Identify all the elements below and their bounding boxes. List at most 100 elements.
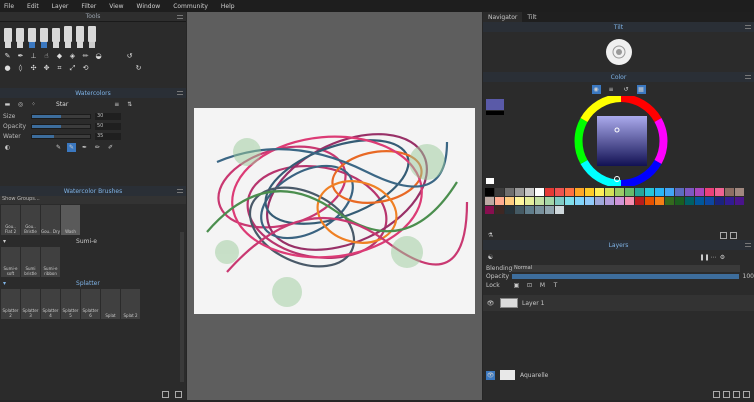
- new-layer-icon[interactable]: [713, 391, 720, 398]
- brush-mode-1-icon[interactable]: ✎: [54, 143, 63, 152]
- scrollbar[interactable]: [180, 232, 184, 382]
- crop-icon[interactable]: ⌗: [55, 64, 64, 73]
- palette-swatch[interactable]: [595, 197, 604, 205]
- picker-icon[interactable]: ✏: [81, 52, 90, 61]
- palette-swatch[interactable]: [545, 188, 554, 196]
- slider-water[interactable]: Water 35: [0, 131, 186, 141]
- sumi-group-header[interactable]: ▾ Sumi-e: [0, 237, 186, 246]
- palette-swatch[interactable]: [515, 188, 524, 196]
- warp-icon[interactable]: ⤢: [68, 64, 77, 73]
- layer-opacity-slider[interactable]: [511, 274, 739, 279]
- palette-swatch[interactable]: [495, 206, 504, 214]
- blending-select[interactable]: Normal: [512, 264, 740, 272]
- palette-swatch[interactable]: [535, 188, 544, 196]
- palette-swatch[interactable]: [705, 188, 714, 196]
- water-value[interactable]: 35: [95, 132, 121, 140]
- layer-row[interactable]: 👁 Layer 1: [483, 295, 754, 311]
- menu-community[interactable]: Community: [173, 3, 208, 10]
- paper-name[interactable]: Aquarelle: [520, 372, 548, 379]
- layer-opacity-value[interactable]: 100: [743, 273, 754, 280]
- palette-swatch[interactable]: [515, 206, 524, 214]
- palette-swatch[interactable]: [585, 197, 594, 205]
- eye-icon[interactable]: 👁: [486, 299, 495, 308]
- palette-swatch[interactable]: [605, 188, 614, 196]
- new-group-icon[interactable]: [723, 391, 730, 398]
- palette-swatch[interactable]: [555, 206, 564, 214]
- palette-swatch[interactable]: [675, 188, 684, 196]
- transform-icon[interactable]: ✥: [42, 64, 51, 73]
- palette-swatch[interactable]: [625, 197, 634, 205]
- palette-swatch[interactable]: [575, 188, 584, 196]
- palette-swatch[interactable]: [735, 197, 744, 205]
- sliders-icon[interactable]: ≡: [112, 100, 121, 109]
- mode-icon[interactable]: ◐: [3, 143, 12, 152]
- add-swatch-icon[interactable]: [720, 231, 727, 239]
- brush-tile[interactable]: Wash: [61, 205, 80, 235]
- water-slider-track[interactable]: [31, 133, 91, 139]
- menu-filter[interactable]: Filter: [81, 3, 96, 10]
- menu-edit[interactable]: Edit: [27, 3, 39, 10]
- duplicate-icon[interactable]: [162, 391, 169, 398]
- palette-swatch[interactable]: [635, 197, 644, 205]
- palette-swatch[interactable]: [695, 188, 704, 196]
- show-groups[interactable]: Show Groups...: [0, 196, 186, 204]
- more-icon[interactable]: ⋯: [709, 253, 718, 262]
- text-icon[interactable]: ⟲: [81, 64, 90, 73]
- palette-swatch[interactable]: [535, 197, 544, 205]
- stamp-icon[interactable]: ⊥: [29, 52, 38, 61]
- palette-swatch[interactable]: [655, 197, 664, 205]
- splatter-group-header[interactable]: ▾ Splatter: [0, 279, 186, 288]
- grip-icon[interactable]: [177, 15, 183, 19]
- palette-swatch[interactable]: [715, 188, 724, 196]
- brush-tile[interactable]: Splat 2: [121, 289, 140, 319]
- grip-icon[interactable]: [745, 75, 751, 79]
- current-color-swatch[interactable]: [486, 99, 504, 110]
- drop-icon[interactable]: ●: [3, 64, 12, 73]
- lock-move-icon[interactable]: M: [538, 281, 547, 290]
- brush-tile[interactable]: Splatter 3: [21, 289, 40, 319]
- palette-swatch[interactable]: [725, 188, 734, 196]
- paper-eye-icon[interactable]: 👁: [486, 370, 495, 380]
- palette-swatch[interactable]: [515, 197, 524, 205]
- palette-swatch[interactable]: [525, 197, 534, 205]
- canvas-area[interactable]: [187, 12, 482, 400]
- menu-layer[interactable]: Layer: [52, 3, 69, 10]
- delete-swatch-icon[interactable]: [730, 231, 737, 239]
- grip-icon[interactable]: [745, 243, 751, 247]
- tilt-indicator-icon[interactable]: [604, 37, 634, 67]
- brush-tile[interactable]: Sumi-e soft: [1, 247, 20, 277]
- brush-type-icon[interactable]: ▬: [3, 100, 12, 109]
- slider-opacity[interactable]: Opacity 50: [0, 121, 186, 131]
- size-slider-track[interactable]: [31, 113, 91, 119]
- palette-swatch[interactable]: [645, 197, 654, 205]
- color-picker[interactable]: [483, 96, 754, 186]
- artwork-canvas[interactable]: [187, 12, 482, 400]
- brush-tile[interactable]: Splatter 2: [1, 289, 20, 319]
- palette-swatch[interactable]: [485, 188, 494, 196]
- palette-options-icon[interactable]: ⚗: [486, 231, 495, 240]
- palette-swatch[interactable]: [495, 197, 504, 205]
- fill-icon[interactable]: ◈: [68, 52, 77, 61]
- pencil-icon[interactable]: ✎: [3, 52, 12, 61]
- ruler-icon[interactable]: ◊: [16, 64, 25, 73]
- color-wheel[interactable]: [571, 96, 671, 186]
- selection-icon[interactable]: ✣: [29, 64, 38, 73]
- lock-pixels-icon[interactable]: ⊡: [525, 281, 534, 290]
- color-wheel-mode-icon[interactable]: ◉: [591, 84, 601, 94]
- palette-swatch[interactable]: [615, 188, 624, 196]
- layer-effects-icon[interactable]: ☯: [486, 253, 495, 262]
- palette-swatch[interactable]: [685, 197, 694, 205]
- brush-tile[interactable]: Sumi bristle: [21, 247, 40, 277]
- color-sliders-mode-icon[interactable]: ≡: [607, 85, 616, 94]
- brush-tile[interactable]: Splatter 4: [41, 289, 60, 319]
- delete-icon[interactable]: [175, 391, 182, 398]
- undo-icon[interactable]: ↺: [125, 52, 134, 61]
- opacity-value[interactable]: 50: [95, 122, 121, 130]
- palette-swatch[interactable]: [705, 197, 714, 205]
- palette-swatch[interactable]: [615, 197, 624, 205]
- brush-tile[interactable]: Gou.. Dry: [41, 205, 60, 235]
- palette-swatch[interactable]: [685, 188, 694, 196]
- slider-size[interactable]: Size 30: [0, 111, 186, 121]
- layer-thumbnail[interactable]: [500, 298, 518, 308]
- layer-name[interactable]: Layer 1: [522, 300, 544, 307]
